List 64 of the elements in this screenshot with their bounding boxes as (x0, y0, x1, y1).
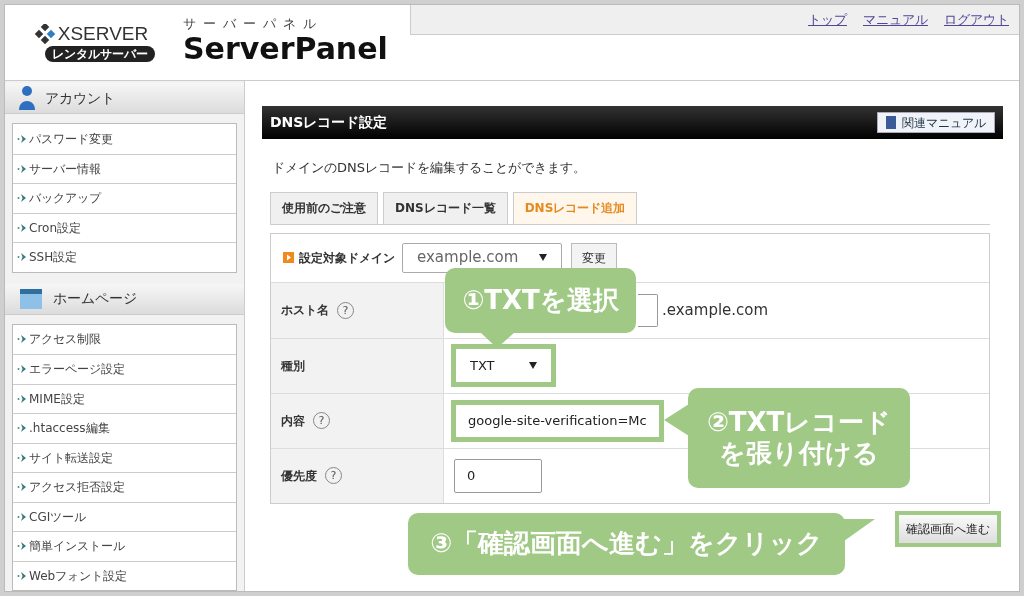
user-icon (19, 86, 35, 110)
callout-text: ③「確認画面へ進む」をクリック (430, 528, 823, 560)
arrow-icon (17, 222, 27, 233)
sidebar-item[interactable]: エラーページ設定 (13, 354, 236, 384)
arrow-icon (17, 252, 27, 263)
caret-icon (539, 254, 547, 261)
arrow-icon (17, 334, 27, 345)
field-label: ホスト名 (281, 302, 329, 319)
panel-subtitle: サーバーパネル (183, 17, 324, 31)
arrow-icon (17, 511, 27, 522)
page-title: DNSレコード設定 (270, 113, 388, 132)
logo-icon (33, 23, 56, 44)
sidebar-item[interactable]: サーバー情報 (13, 153, 236, 183)
logo-brand: XSERVER (57, 24, 149, 43)
header-link[interactable]: ログアウト (944, 9, 1009, 30)
sidebar-item[interactable]: Webフォント設定 (13, 560, 236, 590)
host-input[interactable] (638, 293, 658, 327)
section-title: アカウント (45, 88, 115, 108)
arrow-icon (17, 393, 27, 404)
sidebar-item[interactable]: アクセス制限 (13, 324, 236, 354)
arrow-icon (17, 452, 27, 463)
arrow-icon (17, 541, 27, 552)
tab[interactable]: 使用前のご注意 (270, 191, 378, 224)
arrow-icon (17, 423, 27, 434)
arrow-icon (17, 364, 27, 375)
arrow-icon (17, 482, 27, 493)
content-input[interactable]: google-site-verification=Mc (451, 399, 664, 442)
type-select[interactable]: TXT (451, 344, 556, 387)
sidebar-item[interactable]: .htaccess編集 (13, 413, 236, 443)
header-link[interactable]: トップ (808, 9, 847, 30)
sidebar-item[interactable]: CGIツール (13, 501, 236, 531)
sidebar-item[interactable]: パスワード変更 (13, 124, 236, 154)
sidebar-item[interactable]: MIME設定 (13, 383, 236, 413)
section-title: ホームページ (53, 289, 137, 308)
field-label: 設定対象ドメイン (299, 249, 395, 267)
callout-text: を張り付ける (719, 438, 879, 470)
arrow-icon (17, 133, 27, 144)
arrow-icon (17, 570, 27, 581)
header-link[interactable]: マニュアル (863, 9, 928, 30)
sidebar-item[interactable]: SSH設定 (13, 242, 236, 272)
sidebar-item[interactable]: バックアップ (13, 183, 236, 213)
confirm-button[interactable]: 確認画面へ進む (895, 510, 1001, 547)
arrow-icon (17, 193, 27, 204)
callout-text: ②TXTレコード (706, 406, 892, 438)
window-icon (19, 287, 43, 310)
sidebar-item[interactable]: アクセス拒否設定 (13, 472, 236, 502)
manual-button[interactable]: 関連マニュアル (877, 112, 995, 133)
page-description: ドメインのDNSレコードを編集することができます。 (272, 159, 587, 177)
book-icon (886, 116, 896, 129)
play-icon (283, 252, 294, 263)
tab[interactable]: DNSレコード一覧 (383, 191, 508, 224)
field-label: 内容 (281, 412, 305, 430)
sidebar-item[interactable]: Cron設定 (13, 212, 236, 242)
field-label: 種別 (281, 357, 305, 375)
sidebar-item[interactable]: 簡単インストール (13, 531, 236, 561)
priority-input[interactable]: 0 (454, 458, 542, 493)
sidebar-item[interactable]: サイト転送設定 (13, 442, 236, 472)
callout-text: ①TXTを選択 (462, 284, 619, 317)
arrow-icon (17, 163, 27, 174)
domain-suffix: .example.com (662, 299, 769, 321)
logo-badge: レンタルサーバー (45, 45, 155, 62)
caret-icon (529, 362, 537, 369)
field-label: 優先度 (281, 467, 317, 485)
panel-title: ServerPanel (183, 30, 388, 68)
